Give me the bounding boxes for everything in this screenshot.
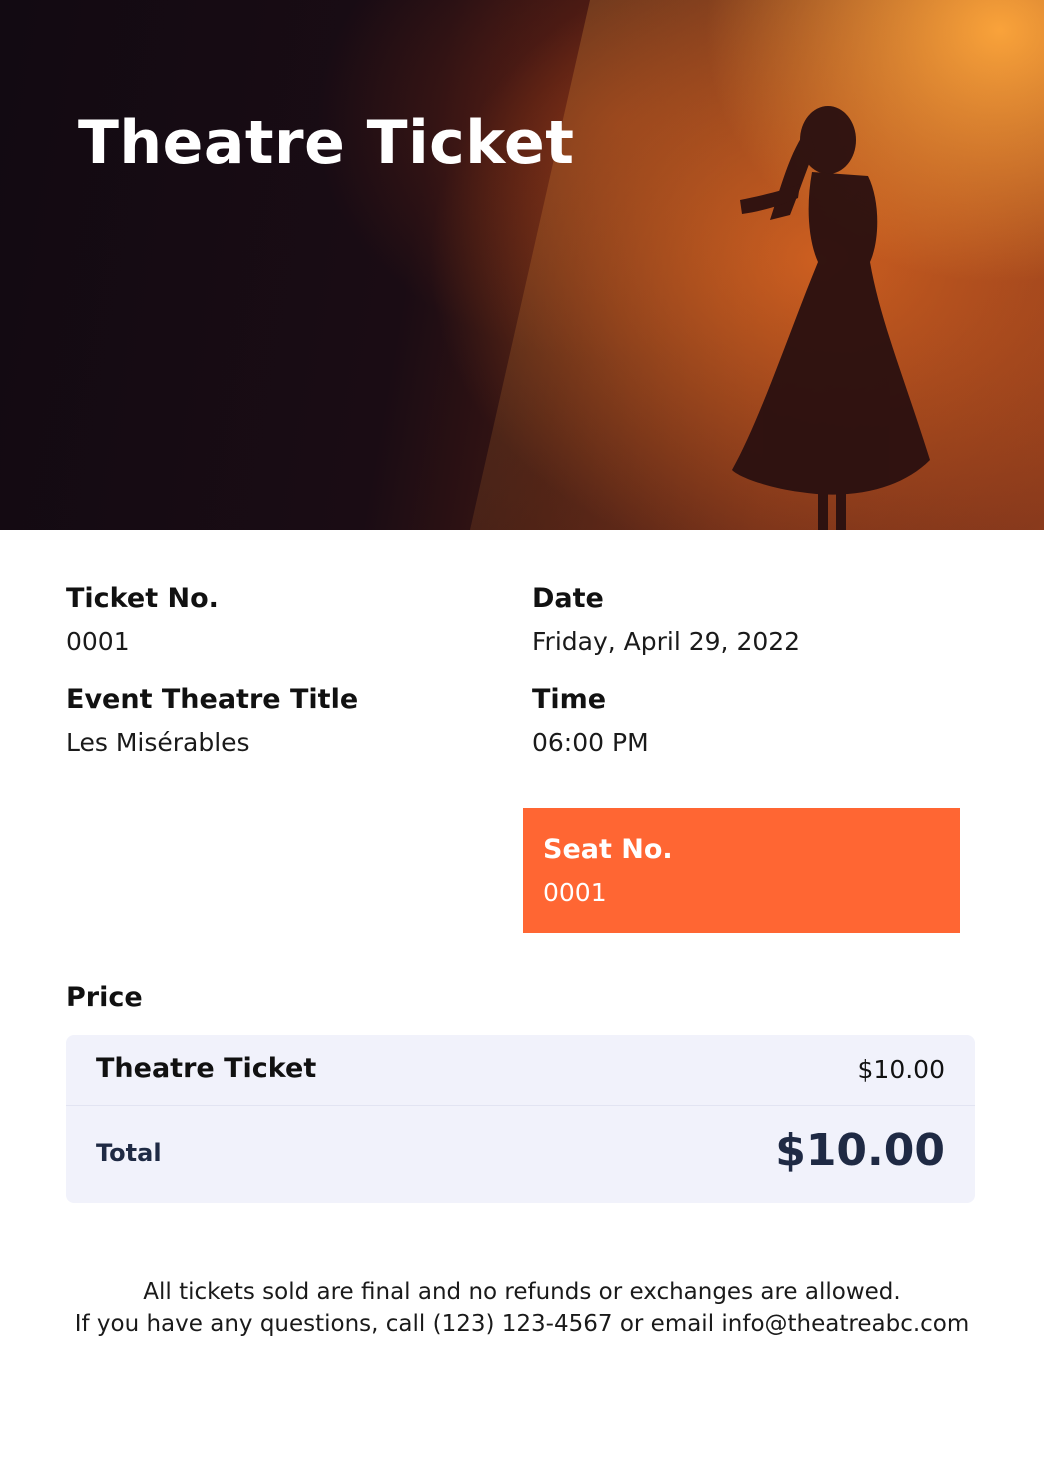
date-value: Friday, April 29, 2022: [532, 627, 801, 656]
price-card: Theatre Ticket $10.00 Total $10.00: [66, 1035, 975, 1203]
time-value: 06:00 PM: [532, 728, 649, 757]
refund-policy-text: All tickets sold are final and no refund…: [143, 1279, 901, 1305]
ticket-title: Theatre Ticket: [78, 108, 575, 178]
hero-banner: Theatre Ticket: [0, 0, 1044, 530]
seat-number-box: Seat No. 0001: [523, 808, 960, 933]
event-title-value: Les Misérables: [66, 728, 250, 757]
total-amount: $10.00: [775, 1125, 945, 1176]
total-label: Total: [96, 1139, 162, 1167]
footer-note: All tickets sold are final and no refund…: [0, 1276, 1044, 1340]
seat-no-label: Seat No.: [543, 834, 673, 865]
ticket-no-label: Ticket No.: [66, 583, 219, 614]
price-line-item: Theatre Ticket $10.00: [66, 1035, 975, 1106]
performer-image: [470, 0, 1044, 530]
ticket-no-value: 0001: [66, 627, 130, 656]
line-item-amount: $10.00: [857, 1055, 945, 1084]
line-item-name: Theatre Ticket: [96, 1053, 317, 1084]
price-heading: Price: [66, 982, 143, 1013]
seat-no-value: 0001: [543, 878, 607, 907]
contact-text: If you have any questions, call (123) 12…: [74, 1311, 970, 1337]
date-label: Date: [532, 583, 604, 614]
event-title-label: Event Theatre Title: [66, 684, 359, 715]
time-label: Time: [532, 684, 607, 715]
